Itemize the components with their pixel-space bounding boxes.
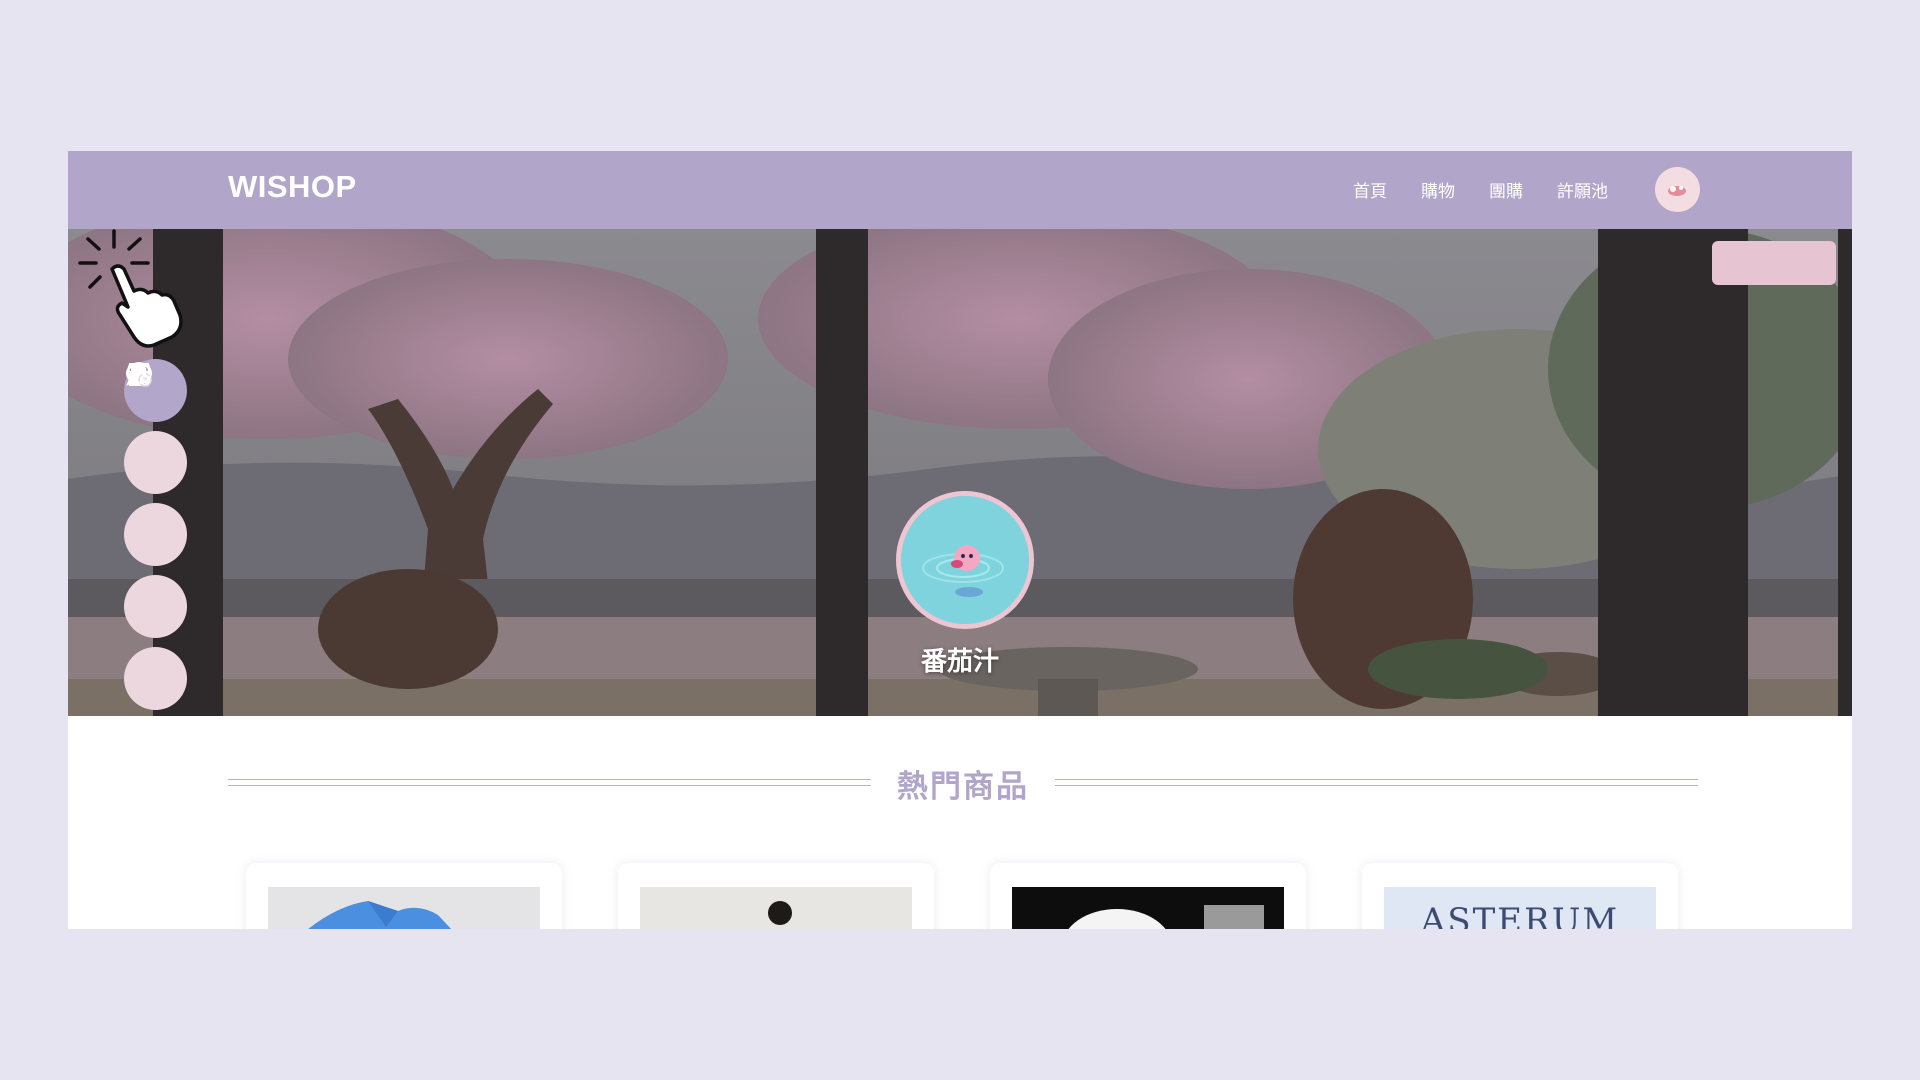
top-navbar: WISHOP 首頁 購物 團購 許願池 xyxy=(68,151,1852,229)
profile-avatar[interactable] xyxy=(896,491,1034,629)
avatar-image xyxy=(1655,167,1700,212)
nav-link-home[interactable]: 首頁 xyxy=(1353,177,1387,202)
product-thumbnail xyxy=(640,887,912,929)
product-thumb-text: ASTERUM xyxy=(1420,901,1620,929)
hero-banner: ? 番茄汁 xyxy=(68,229,1852,716)
product-image xyxy=(640,887,912,929)
section-header: 熱門商品 xyxy=(228,759,1698,805)
product-card[interactable]: ASTERUM xyxy=(1362,863,1678,929)
section-divider-right xyxy=(1055,779,1698,786)
history-button[interactable] xyxy=(124,362,187,494)
product-thumbnail xyxy=(1012,887,1284,929)
logo[interactable]: WISHOP xyxy=(228,169,357,205)
profile-name: 番茄汁 xyxy=(920,647,999,677)
chat-bubble-icon xyxy=(125,362,153,386)
nav-links: 首頁 購物 團購 許願池 xyxy=(1353,177,1608,202)
nav-link-wish-pool[interactable]: 許願池 xyxy=(1557,177,1608,202)
nav-link-shop[interactable]: 購物 xyxy=(1421,177,1455,202)
profile-avatar-image xyxy=(901,496,1029,624)
nav-link-group-buy[interactable]: 團購 xyxy=(1489,177,1523,202)
product-image xyxy=(268,887,540,929)
product-grid: ASTERUM xyxy=(246,863,1678,929)
product-image xyxy=(1012,887,1284,929)
product-card[interactable] xyxy=(246,863,562,929)
user-avatar[interactable] xyxy=(1655,167,1700,212)
app-frame: WISHOP 首頁 購物 團購 許願池 ? 番茄汁 熱門商品 ASTERUM xyxy=(68,151,1852,929)
product-thumbnail xyxy=(268,887,540,929)
document-help-button[interactable]: ? xyxy=(124,363,187,638)
product-thumbnail: ASTERUM xyxy=(1384,887,1656,929)
product-card[interactable] xyxy=(990,863,1306,929)
top-right-action-button[interactable] xyxy=(1712,241,1836,285)
magic-button[interactable] xyxy=(124,363,187,566)
product-card[interactable] xyxy=(618,863,934,929)
